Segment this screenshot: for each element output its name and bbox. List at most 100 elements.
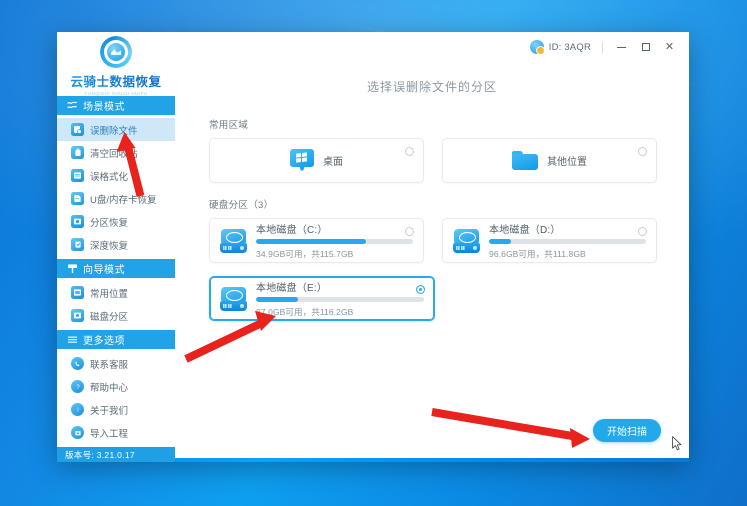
radio-button[interactable] (638, 227, 647, 236)
sidebar-item-label: 误删除文件 (90, 125, 138, 137)
disk-capacity: 34.9GB可用，共115.7GB (256, 249, 354, 259)
disk-usage-fill (256, 297, 298, 302)
import-icon (71, 426, 84, 440)
main-panel: ID: 3AQR ✕ 选择误删除文件的分区 常用区域 桌面 其他位置 硬盘分区（… (175, 32, 689, 458)
svg-text:?: ? (76, 384, 80, 391)
sidebar-item-deep-scan[interactable]: 深度恢复 (57, 233, 175, 256)
deleted-file-icon (71, 123, 84, 137)
menu-icon (67, 334, 78, 345)
disk-partition-icon (71, 309, 84, 323)
scene-icon (67, 100, 78, 111)
sidebar-menu-more: 联系客服 ? 帮助中心 ! 关于我们 导入工程 (57, 349, 175, 448)
sidebar-menu-wizard: 常用位置 磁盘分区 (57, 278, 175, 331)
sidebar: 云骑士数据恢复 YUNQISHI SHUJU HUIFU 场景模式 误删除文件 … (57, 32, 175, 463)
quick-area-desktop[interactable]: 桌面 (209, 138, 424, 183)
close-icon[interactable]: ✕ (662, 40, 677, 55)
disk-partitions-label: 硬盘分区（3） (209, 200, 274, 211)
sidebar-item-label: 磁盘分区 (90, 311, 129, 323)
account-chip[interactable]: ID: 3AQR (529, 40, 591, 55)
brand-name: 云骑士数据恢复 (70, 71, 161, 90)
sidebar-item-help-center[interactable]: ? 帮助中心 (57, 375, 175, 398)
account-id-label: ID: 3AQR (548, 41, 591, 53)
quick-area-other-location[interactable]: 其他位置 (442, 138, 657, 183)
recycle-bin-icon (71, 146, 84, 160)
disk-name: 本地磁盘（C:） (256, 225, 328, 236)
sidebar-menu-scene: 误删除文件 清空回收站 误格式化 U盘/内存卡恢复 分区恢复 深度恢复 (57, 115, 175, 260)
sidebar-item-disk-partition[interactable]: 磁盘分区 (57, 304, 175, 327)
minimize-button[interactable] (614, 40, 629, 55)
footer-bar: 开始扫描 (175, 402, 689, 458)
sidebar-item-label: U盘/内存卡恢复 (90, 194, 157, 206)
sidebar-item-deleted-file[interactable]: 误删除文件 (57, 118, 175, 142)
partition-icon (71, 215, 84, 229)
app-window: 云骑士数据恢复 YUNQISHI SHUJU HUIFU 场景模式 误删除文件 … (57, 32, 689, 463)
avatar (529, 40, 545, 55)
quick-areas-row: 桌面 其他位置 (209, 138, 657, 183)
radio-button[interactable] (638, 147, 647, 156)
sidebar-item-label: 导入工程 (90, 428, 129, 440)
svg-text:!: ! (77, 407, 79, 414)
wizard-icon (67, 263, 78, 274)
disk-usage-bar (489, 239, 646, 244)
disk-card-e[interactable]: 本地磁盘（E:） 87.0GB可用，共116.2GB (209, 276, 435, 321)
sidebar-section-header-scene: 场景模式 (57, 96, 175, 116)
disk-usage-fill (489, 239, 511, 244)
sidebar-item-label: 联系客服 (90, 359, 129, 371)
content-area: 常用区域 桌面 其他位置 硬盘分区（3） 本地磁盘（C:） 34.9GB可用，共… (175, 95, 689, 321)
sidebar-item-recycle-bin[interactable]: 清空回收站 (57, 141, 175, 164)
start-scan-button[interactable]: 开始扫描 (593, 418, 661, 442)
usb-card-icon (71, 192, 84, 206)
sidebar-section-title: 场景模式 (83, 102, 125, 114)
page-title: 选择误删除文件的分区 (366, 80, 497, 94)
quick-area-label: 其他位置 (547, 157, 587, 168)
quick-areas-label: 常用区域 (209, 120, 249, 131)
maximize-button[interactable] (638, 40, 653, 55)
disk-info: 本地磁盘（E:） 87.0GB可用，共116.2GB (256, 279, 424, 318)
sidebar-item-import-project[interactable]: 导入工程 (57, 421, 175, 444)
folder-icon (512, 150, 538, 171)
sidebar-item-label: 帮助中心 (90, 382, 129, 394)
radio-button[interactable] (405, 227, 414, 236)
phone-icon (71, 357, 84, 371)
sidebar-item-usb-card[interactable]: U盘/内存卡恢复 (57, 187, 175, 210)
sidebar-item-format[interactable]: 误格式化 (57, 164, 175, 187)
version-label: 版本号: 3.21.0.17 (57, 447, 175, 463)
sidebar-section-title: 向导模式 (83, 265, 125, 277)
disk-usage-bar (256, 239, 413, 244)
disk-row-1: 本地磁盘（C:） 34.9GB可用，共115.7GB 本地磁盘（D:） 96.6… (209, 218, 657, 263)
sidebar-item-common-location[interactable]: 常用位置 (57, 281, 175, 304)
sidebar-item-contact-support[interactable]: 联系客服 (57, 352, 175, 375)
question-icon: ? (71, 380, 84, 394)
disk-name: 本地磁盘（D:） (489, 225, 561, 236)
radio-button-selected[interactable] (416, 285, 425, 294)
disk-row-filler (453, 276, 657, 321)
divider (602, 41, 603, 53)
disk-card-d[interactable]: 本地磁盘（D:） 96.6GB可用，共111.8GB (442, 218, 657, 263)
sidebar-item-label: 关于我们 (90, 405, 129, 417)
sidebar-item-label: 清空回收站 (90, 148, 138, 160)
sidebar-item-label: 误格式化 (90, 171, 129, 183)
disk-capacity: 87.0GB可用，共116.2GB (256, 307, 354, 317)
disk-info: 本地磁盘（D:） 96.6GB可用，共111.8GB (489, 221, 646, 260)
sidebar-item-partition-recovery[interactable]: 分区恢复 (57, 210, 175, 233)
disk-icon (220, 286, 247, 311)
radio-button[interactable] (405, 147, 414, 156)
desktop-icon (290, 148, 314, 173)
deep-scan-icon (71, 238, 84, 252)
sidebar-item-label: 深度恢复 (90, 240, 129, 252)
brand-logo-block: 云骑士数据恢复 YUNQISHI SHUJU HUIFU (57, 32, 175, 97)
sidebar-item-label: 常用位置 (90, 288, 129, 300)
common-location-icon (71, 286, 84, 300)
disk-icon (453, 228, 480, 253)
app-logo-icon (100, 36, 132, 69)
title-bar: ID: 3AQR ✕ (175, 32, 689, 62)
info-icon: ! (71, 403, 84, 417)
disk-usage-fill (256, 239, 366, 244)
disk-card-c[interactable]: 本地磁盘（C:） 34.9GB可用，共115.7GB (209, 218, 424, 263)
disk-info: 本地磁盘（C:） 34.9GB可用，共115.7GB (256, 221, 413, 260)
disk-capacity: 96.6GB可用，共111.8GB (489, 249, 586, 259)
sidebar-section-title: 更多选项 (83, 336, 125, 348)
disk-usage-bar (256, 297, 424, 302)
disk-name: 本地磁盘（E:） (256, 283, 328, 294)
sidebar-item-about-us[interactable]: ! 关于我们 (57, 398, 175, 421)
